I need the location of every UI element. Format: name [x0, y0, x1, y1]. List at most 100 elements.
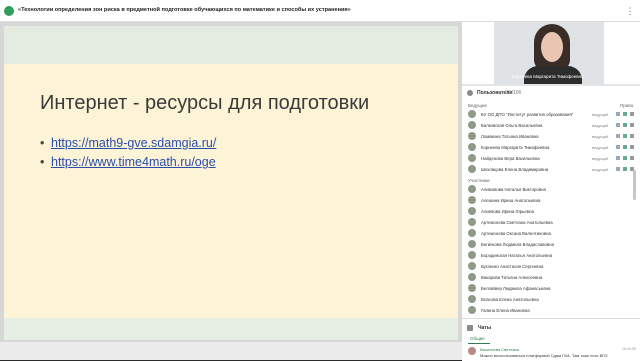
presentation-icon[interactable] [630, 112, 634, 116]
tab-general[interactable]: Общие [470, 336, 485, 341]
participant-row[interactable]: Галина Елена Ивановна [466, 306, 636, 315]
avatar [468, 229, 476, 237]
presenter-row[interactable]: Корнеева Маргарита Тимофеевна ведущий [466, 143, 636, 152]
institute-logo-icon [4, 6, 14, 16]
user-name: Артемонова Светлана Анатольевна [481, 220, 553, 225]
presentation-icon[interactable] [630, 156, 634, 160]
avatar [468, 207, 476, 215]
presentation-icon[interactable] [630, 145, 634, 149]
presenter-row[interactable]: Ломакина Татьяна Ивановна ведущий [466, 132, 636, 141]
slide: Интернет - ресурсы для подготовки • http… [4, 64, 458, 340]
avatar [468, 240, 476, 248]
participants-label: Участники [468, 178, 490, 183]
participant-row[interactable]: Алиевова Ирина Юрьевна [466, 207, 636, 216]
avatar [468, 262, 476, 270]
microphone-icon[interactable] [623, 123, 627, 127]
user-name: Белгайвер Людмила Афанасьевна [481, 286, 551, 291]
user-name: Бугаенко Анастасия Сергеевна [481, 264, 544, 269]
camera-icon[interactable] [616, 156, 620, 160]
user-name: Бегинкова Людмила Владиславовна [481, 242, 554, 247]
presenter-row[interactable]: Найденова Вера Васильевна ведущий [466, 154, 636, 163]
participant-row[interactable]: Власова Елена Анатольевна [466, 295, 636, 304]
avatar [468, 251, 476, 259]
window-title: «Технологии определения зон риска в пред… [18, 7, 351, 13]
video-controls-bar [462, 84, 640, 86]
user-name: Шеховцова Елена Владимировна [481, 167, 549, 172]
users-panel-header[interactable]: Пользователи 91/106 [462, 88, 640, 98]
presenter-row[interactable]: Шеховцова Елена Владимировна ведущий [466, 165, 636, 174]
chat-panel: Чаты Общие Васильева Светлана 16:40:08 М… [462, 318, 640, 361]
participant-row[interactable]: Бородинская Наталья Анатольевна [466, 251, 636, 260]
presentation-area: Интернет - ресурсы для подготовки • http… [0, 22, 462, 360]
user-name: Алимовова Наталья Викторовна [481, 187, 546, 192]
links-list: • https://math9-gve.sdamgia.ru/ • https:… [40, 134, 216, 172]
users-icon [467, 90, 473, 96]
participant-row[interactable]: Вакарова Татьяна Алексеевна [466, 273, 636, 282]
user-role: ведущий [592, 167, 609, 172]
camera-icon[interactable] [616, 112, 620, 116]
presenter-face [541, 32, 563, 62]
tab-indicator [468, 343, 490, 344]
bullet: • [40, 136, 45, 150]
user-name: Алиевова Ирина Юрьевна [481, 209, 534, 214]
user-name: Вакарова Татьяна Алексеевна [481, 275, 543, 280]
presenters-label: Ведущие [468, 103, 487, 108]
presenter-row[interactable]: БУ ОО ДПО "Институт развития образования… [466, 110, 636, 119]
bullet: • [40, 155, 45, 169]
presentation-icon[interactable] [630, 134, 634, 138]
user-role: ведущий [592, 134, 609, 139]
slide-title: Интернет - ресурсы для подготовки [40, 92, 370, 114]
camera-icon[interactable] [616, 145, 620, 149]
user-name: БУ ОО ДПО "Институт развития образования… [481, 112, 574, 117]
camera-icon[interactable] [616, 134, 620, 138]
user-role: ведущий [592, 112, 609, 117]
list-item: • https://www.time4math.ru/oge [40, 153, 216, 172]
microphone-icon[interactable] [623, 134, 627, 138]
participant-row[interactable]: Бугаенко Анастасия Сергеевна [466, 262, 636, 271]
webcam-video[interactable]: Корнеева Маргарита Тимофеевна [494, 22, 604, 84]
link-math9-gve[interactable]: https://math9-gve.sdamgia.ru/ [51, 136, 216, 150]
presentation-toolbar [0, 342, 462, 360]
avatar [468, 165, 476, 173]
user-name: Найденова Вера Васильевна [481, 156, 540, 161]
presentation-icon[interactable] [630, 123, 634, 127]
avatar [468, 121, 476, 129]
user-name: Ломакина Татьяна Ивановна [481, 134, 539, 139]
avatar [468, 110, 476, 118]
more-vertical-icon[interactable]: ⋮ [625, 5, 635, 17]
chat-time: 16:40:08 [622, 347, 636, 351]
user-name: Галина Елена Ивановна [481, 308, 530, 313]
microphone-icon[interactable] [623, 156, 627, 160]
user-role: ведущий [592, 156, 609, 161]
presenter-row[interactable]: Балковская Ольга Васильевна ведущий [466, 121, 636, 130]
list-item: • https://math9-gve.sdamgia.ru/ [40, 134, 216, 153]
camera-icon[interactable] [616, 167, 620, 171]
chat-message: Можно воспользоваться платформой Сдам ГИ… [480, 353, 608, 358]
microphone-icon[interactable] [623, 112, 627, 116]
users-scrollbar[interactable] [633, 170, 636, 200]
participant-row[interactable]: Алешина Ирина Анатольевна [466, 196, 636, 205]
avatar [468, 284, 476, 292]
link-time4math[interactable]: https://www.time4math.ru/oge [51, 155, 216, 169]
camera-icon[interactable] [616, 123, 620, 127]
chat-author: Васильева Светлана [480, 347, 519, 352]
avatar [468, 154, 476, 162]
avatar [468, 295, 476, 303]
participant-row[interactable]: Артемонова Оксана Валентиновна [466, 229, 636, 238]
avatar [468, 218, 476, 226]
participant-row[interactable]: Белгайвер Людмила Афанасьевна [466, 284, 636, 293]
avatar [468, 273, 476, 281]
participant-row[interactable]: Артемонова Светлана Анатольевна [466, 218, 636, 227]
microphone-icon[interactable] [623, 167, 627, 171]
avatar [468, 185, 476, 193]
avatar [468, 347, 476, 355]
participant-row[interactable]: Алимовова Наталья Викторовна [466, 185, 636, 194]
participant-row[interactable]: Бегинкова Людмила Владиславовна [466, 240, 636, 249]
chat-icon [467, 325, 473, 331]
microphone-icon[interactable] [623, 145, 627, 149]
avatar [468, 306, 476, 314]
users-count: 91/106 [506, 90, 522, 96]
window-titlebar: «Технологии определения зон риска в пред… [0, 0, 640, 22]
avatar [468, 196, 476, 204]
user-name: Алешина Ирина Анатольевна [481, 198, 541, 203]
